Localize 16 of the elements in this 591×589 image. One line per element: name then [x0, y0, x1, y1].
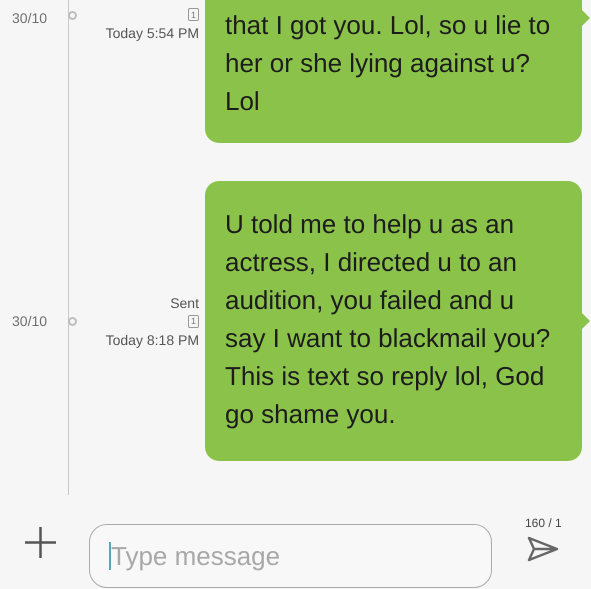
- text-cursor: [109, 542, 111, 570]
- message-bubble: that I got you. Lol, so u lie to her or she lying against u? Lol: [205, 0, 590, 143]
- message-time: Today 8:18 PM: [106, 332, 199, 348]
- message-date: 30/10: [11, 10, 48, 26]
- message-bubble: U told me to help u as an actress, I directed u to an audition, you failed and u say I want to blackmail you? This is text so reply lol, God go shame you.: [205, 181, 590, 461]
- character-counter: 160 / 1: [525, 516, 562, 530]
- add-icon[interactable]: [24, 526, 57, 558]
- message-status: Sent: [170, 294, 199, 310]
- send-icon[interactable]: [527, 536, 560, 562]
- message-date: 30/10: [11, 313, 48, 329]
- page-count-icon: 1: [188, 8, 199, 21]
- timeline-dot: [68, 11, 76, 20]
- message-time: Today 5:54 PM: [106, 25, 199, 41]
- page-count-icon: 1: [188, 314, 199, 328]
- message-input[interactable]: Type message: [89, 524, 492, 588]
- timeline-dot: [68, 316, 76, 326]
